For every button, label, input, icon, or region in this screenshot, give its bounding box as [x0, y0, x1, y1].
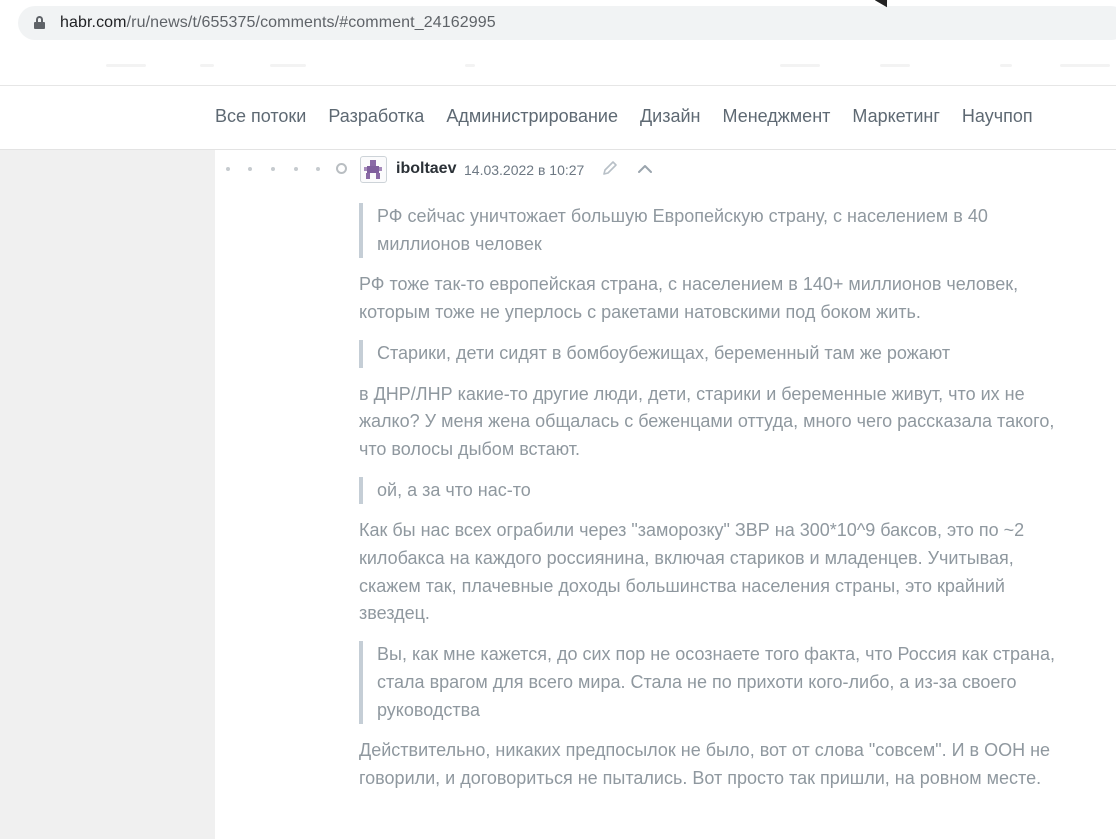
nav-link[interactable]: Научпоп [962, 106, 1033, 127]
nav-link[interactable]: Маркетинг [852, 106, 940, 127]
thread-ring-icon[interactable] [336, 163, 347, 174]
thread-dot [226, 167, 230, 171]
quoted-text: РФ сейчас уничтожает большую Европейскую… [359, 203, 1075, 259]
comment-paragraph: Действительно, никаких предпосылок не бы… [359, 740, 1051, 788]
nav-link[interactable]: Дизайн [640, 106, 701, 127]
comment-header: iboltaev 14.03.2022 в 10:27 [215, 150, 1116, 190]
comment-paragraph: в ДНР/ЛНР какие-то другие люди, дети, ст… [359, 383, 1055, 459]
comment-area: iboltaev 14.03.2022 в 10:27 РФ сейчас ун… [215, 150, 1116, 839]
url-path: /ru/news/t/655375/comments/#comment_2416… [126, 14, 496, 31]
url-host: habr.com [60, 14, 127, 31]
thread-dot [294, 167, 298, 171]
thread-dot [271, 167, 275, 171]
site-header-ghost [0, 46, 1116, 86]
comment-timestamp[interactable]: 14.03.2022 в 10:27 [464, 162, 584, 178]
comment-author[interactable]: iboltaev [396, 160, 456, 178]
quoted-text: Вы, как мне кажется, до сих пор не осозн… [359, 641, 1075, 725]
nav-link[interactable]: Администрирование [446, 106, 618, 127]
hubs-navigation: Все потоки Разработка Администрирование Диз… [0, 86, 1116, 150]
nav-link[interactable]: Менеджмент [723, 106, 831, 127]
chevron-up-icon[interactable] [636, 161, 654, 177]
lock-icon[interactable] [34, 16, 45, 29]
nav-link[interactable]: Все потоки [215, 106, 306, 127]
url-text[interactable]: habr.com/ru/news/t/655375/comments/#comm… [60, 14, 496, 32]
browser-address-bar: habr.com/ru/news/t/655375/comments/#comm… [0, 0, 1116, 46]
quoted-text: ой, а за что нас-то [359, 476, 1075, 505]
quoted-text: Старики, дети сидят в бомбоубежищах, бер… [359, 339, 1075, 368]
nav-link[interactable]: Разработка [328, 106, 424, 127]
thread-dot [316, 167, 320, 171]
avatar[interactable] [360, 156, 387, 183]
pencil-icon[interactable] [601, 159, 619, 177]
comment-paragraph: Как бы нас всех ограбили через "заморозк… [359, 520, 1025, 624]
thread-dot [248, 167, 252, 171]
comment-body: РФ сейчас уничтожает большую Европейскую… [359, 203, 1075, 806]
url-field[interactable]: habr.com/ru/news/t/655375/comments/#comm… [18, 6, 1116, 40]
comment-paragraph: РФ тоже так-то европейская страна, с нас… [359, 274, 1019, 323]
